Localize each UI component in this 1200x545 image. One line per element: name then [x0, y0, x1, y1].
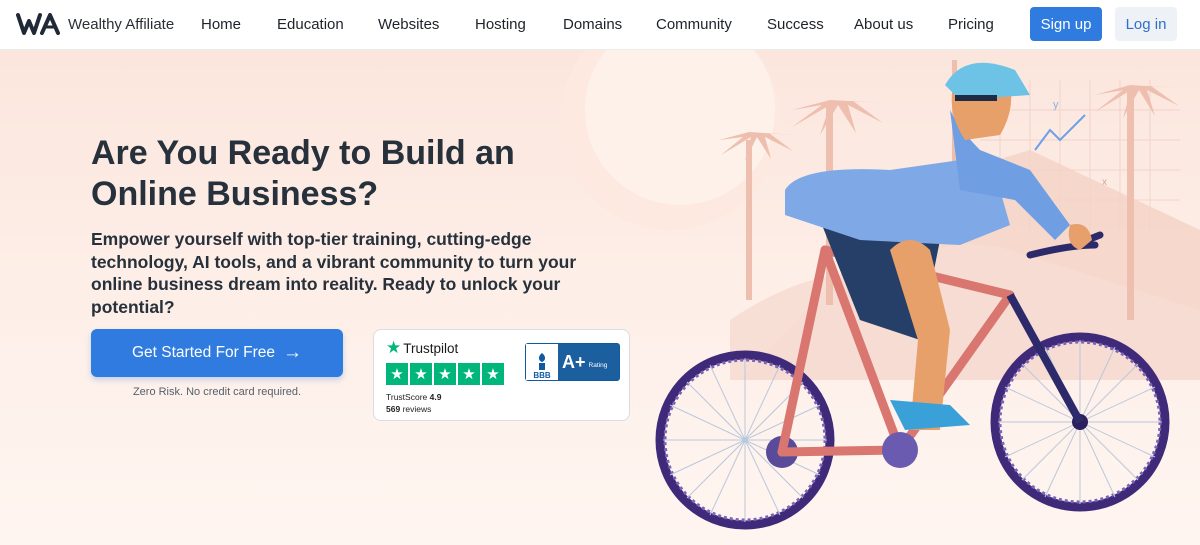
bbb-rating-label: Rating — [588, 361, 608, 369]
trustpilot-rating-stars: ★ ★ ★ ★ ★ — [386, 363, 506, 385]
rear-wheel — [655, 350, 835, 530]
logo-icon — [16, 13, 60, 35]
star-icon: ★ — [386, 363, 408, 385]
get-started-label: Get Started For Free — [132, 344, 275, 361]
get-started-button[interactable]: Get Started For Free → — [91, 329, 343, 377]
star-icon: ★ — [410, 363, 432, 385]
trustpilot-logo[interactable]: ★ Trustpilot — [386, 338, 458, 358]
trust-score-label: TrustScore — [386, 392, 428, 402]
review-count-label: reviews — [402, 404, 432, 414]
trust-badges-card: ★ Trustpilot ★ ★ ★ ★ ★ TrustScore 4.9 56… — [373, 329, 630, 421]
arrow-right-icon: → — [283, 342, 302, 363]
brand-name: Wealthy Affiliate — [68, 15, 175, 33]
star-icon: ★ — [458, 363, 480, 385]
bbb-grade: A+ — [562, 351, 586, 372]
svg-text:y: y — [1053, 99, 1059, 111]
star-icon: ★ — [482, 363, 504, 385]
cyclist-illustration: y x — [560, 50, 1200, 530]
nav-websites[interactable]: Websites — [378, 16, 439, 33]
bbb-torch-icon: BBB — [526, 344, 558, 380]
nav-domains[interactable]: Domains — [563, 16, 622, 33]
brand-logo[interactable]: Wealthy Affiliate — [16, 11, 174, 37]
trustpilot-star-icon: ★ — [386, 338, 402, 357]
bbb-rating-badge[interactable]: BBB A+ Rating — [525, 343, 620, 381]
nav-home[interactable]: Home — [201, 16, 241, 33]
page-headline: Are You Ready to Build an Online Busines… — [91, 134, 515, 213]
bbb-torch-shape — [538, 353, 546, 370]
review-count: 569 reviews — [386, 404, 431, 414]
login-button[interactable]: Log in — [1115, 7, 1177, 41]
signup-button[interactable]: Sign up — [1030, 7, 1102, 41]
nav-success[interactable]: Success — [767, 16, 824, 33]
cta-note: Zero Risk. No credit card required. — [132, 386, 302, 398]
nav-community[interactable]: Community — [656, 16, 732, 33]
nav-hosting[interactable]: Hosting — [475, 16, 526, 33]
nav-about-us[interactable]: About us — [854, 16, 913, 33]
trustpilot-label: Trustpilot — [403, 340, 459, 356]
nav-pricing[interactable]: Pricing — [948, 16, 994, 33]
trust-score-value: 4.9 — [429, 392, 442, 402]
bbb-text: BBB — [533, 371, 551, 380]
top-navigation: Wealthy Affiliate Home Education Website… — [0, 0, 1200, 50]
trust-score: TrustScore 4.9 — [386, 392, 441, 402]
bbb-grade-panel: A+ Rating — [558, 344, 619, 380]
review-count-value: 569 — [386, 404, 401, 414]
nav-education[interactable]: Education — [277, 16, 344, 33]
hero-section: y x Are You Ready to Build an Online Bus… — [0, 50, 1200, 545]
hero-subheading: Empower yourself with top-tier training,… — [91, 229, 577, 317]
star-icon: ★ — [434, 363, 456, 385]
